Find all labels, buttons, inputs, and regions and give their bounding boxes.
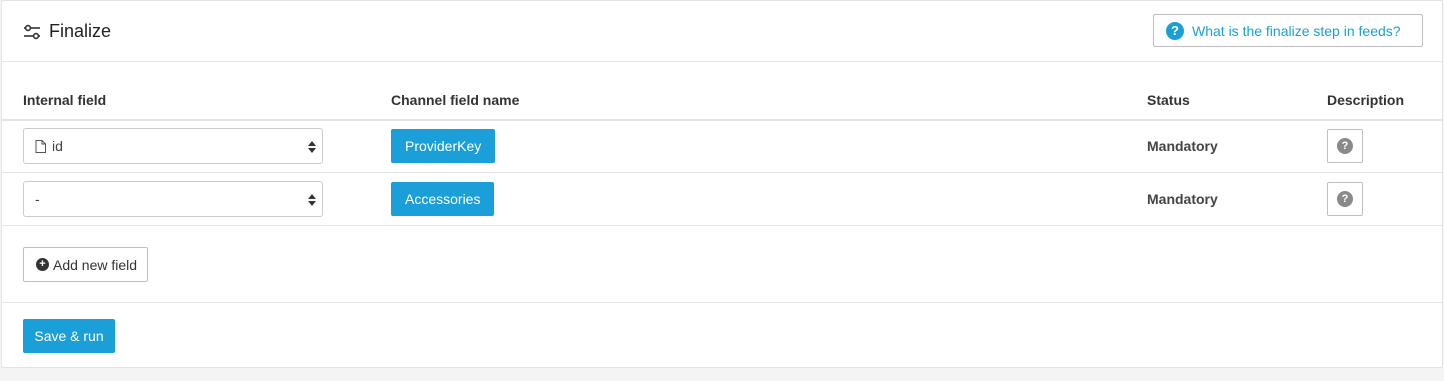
question-icon: ? [1337,191,1353,207]
column-header-channel-field: Channel field name [391,92,520,108]
add-new-field-button[interactable]: + Add new field [23,247,148,282]
internal-field-value: - [35,191,40,207]
column-header-internal-field: Internal field [23,92,107,108]
row-divider [2,172,1442,173]
status-label: Mandatory [1147,191,1218,207]
panel-header: Finalize ? What is the finalize step in … [2,1,1442,62]
finalize-panel: Finalize ? What is the finalize step in … [1,0,1443,368]
question-icon: ? [1337,138,1353,154]
description-button[interactable]: ? [1327,182,1363,216]
internal-field-select[interactable]: id [23,128,323,164]
channel-field-chip[interactable]: ProviderKey [391,129,496,163]
column-header-description: Description [1327,92,1405,108]
sliders-icon [24,24,40,40]
internal-field-value: id [52,138,63,154]
status-label: Mandatory [1147,138,1218,154]
save-and-run-button[interactable]: Save & run [23,319,115,353]
sort-caret-icon [308,194,316,206]
description-button[interactable]: ? [1327,129,1363,163]
row-divider [2,225,1442,226]
sort-caret-icon [308,141,316,153]
plus-circle-icon: + [36,258,49,271]
page-title: Finalize [49,21,112,41]
column-header-status: Status [1147,92,1190,108]
help-link-label: What is the finalize step in feeds? [1192,22,1401,39]
file-icon [35,139,46,153]
table-header-divider [2,119,1442,121]
internal-field-select[interactable]: - [23,181,323,217]
add-new-field-label: Add new field [53,256,138,273]
finalize-help-link[interactable]: ? What is the finalize step in feeds? [1153,14,1423,47]
footer-divider [2,302,1442,303]
channel-field-chip[interactable]: Accessories [391,182,495,216]
question-circle-icon: ? [1166,21,1184,40]
